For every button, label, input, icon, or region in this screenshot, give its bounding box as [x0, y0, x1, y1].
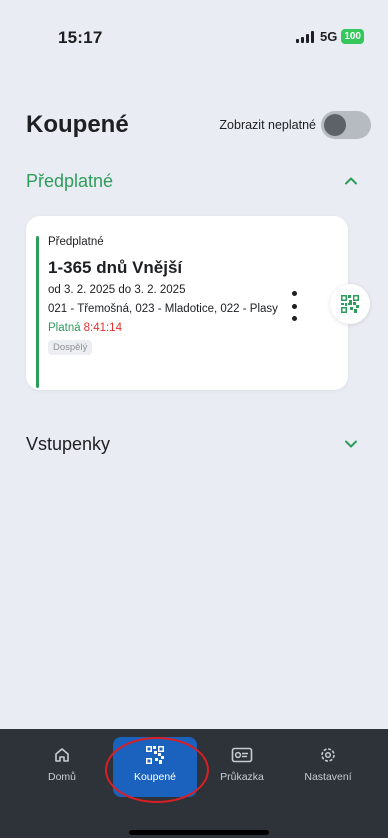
tab-card[interactable]: Průkazka	[207, 743, 277, 783]
ticket-validity: Platná 8:41:14	[48, 322, 280, 334]
qr-code-icon	[341, 295, 359, 313]
show-invalid-label: Zobrazit neplatné	[219, 118, 316, 132]
validity-bar	[36, 236, 39, 388]
bottom-tab-bar: Domů Koupené Průkazka Nastavení	[0, 729, 388, 838]
show-invalid-toggle[interactable]	[321, 111, 371, 139]
tab-purchased[interactable]: Koupené	[113, 737, 197, 797]
network-label: 5G	[319, 29, 338, 44]
tab-settings-label: Nastavení	[304, 771, 352, 783]
show-qr-button[interactable]	[330, 284, 370, 324]
qr-code-icon	[145, 743, 165, 767]
tab-card-label: Průkazka	[220, 771, 264, 783]
id-card-icon	[231, 743, 253, 767]
toggle-knob	[324, 114, 346, 136]
tab-settings[interactable]: Nastavení	[293, 743, 363, 783]
ticket-dates: od 3. 2. 2025 do 3. 2. 2025	[48, 284, 186, 296]
home-icon	[53, 743, 71, 767]
ticket-details: Předplatné 1-365 dnů Vnější od 3. 2. 202…	[48, 236, 280, 355]
remaining-time: 8:41:14	[83, 322, 122, 334]
status-indicators: 5G 100	[295, 29, 364, 44]
status-time: 15:17	[58, 28, 103, 47]
ticket-type: Předplatné	[48, 236, 104, 248]
battery-icon: 100	[341, 29, 364, 44]
validity-label: Platná	[48, 322, 81, 334]
section-subscriptions-header[interactable]: Předplatné	[26, 170, 362, 192]
status-bar: 15:17 5G 100	[0, 0, 388, 80]
section-tickets-title: Vstupenky	[26, 433, 111, 454]
chevron-down-icon[interactable]	[340, 433, 362, 455]
more-options-icon[interactable]	[287, 291, 301, 321]
section-subscriptions-title: Předplatné	[26, 170, 114, 191]
signal-icon	[295, 30, 314, 43]
section-tickets-header[interactable]: Vstupenky	[26, 433, 362, 455]
ticket-zones: 021 - Třemošná, 023 - Mladotice, 022 - P…	[48, 303, 278, 315]
ticket-name: 1-365 dnů Vnější	[48, 258, 183, 277]
home-indicator	[129, 830, 269, 835]
gear-icon	[319, 743, 337, 767]
passenger-badge: Dospělý	[48, 340, 93, 355]
tab-home[interactable]: Domů	[27, 743, 97, 783]
page-title: Koupené	[26, 111, 129, 138]
chevron-up-icon[interactable]	[340, 170, 362, 192]
tab-purchased-label: Koupené	[133, 771, 177, 783]
tab-home-label: Domů	[47, 771, 76, 783]
